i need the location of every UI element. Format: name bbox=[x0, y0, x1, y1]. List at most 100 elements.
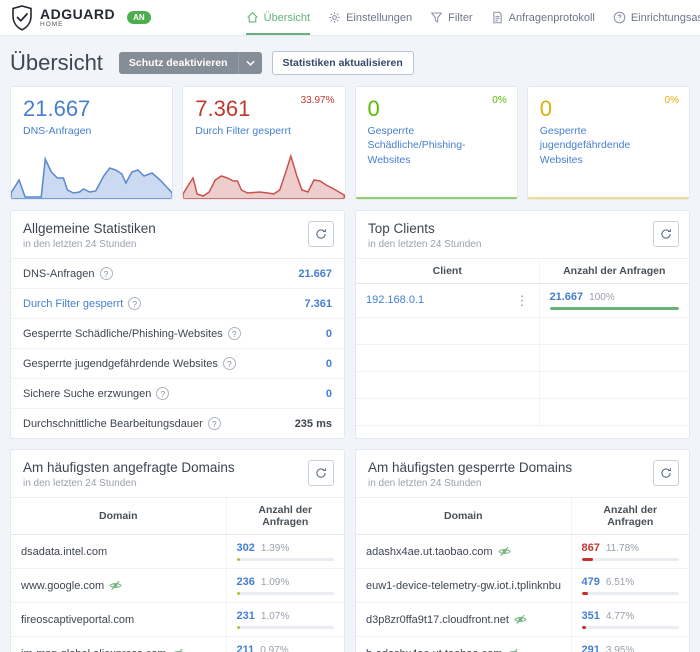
gear-icon bbox=[329, 12, 340, 23]
nav-item-settings[interactable]: Einstellungen bbox=[328, 0, 412, 35]
stat-label-link[interactable]: Durch Filter gesperrt bbox=[23, 298, 123, 310]
disable-protection-dropdown[interactable] bbox=[237, 52, 262, 74]
stat-row: Sichere Suche erzwungen? 0 bbox=[11, 379, 344, 409]
domain-row: adashx4ae.ut.taobao.com 867 11.78% bbox=[356, 534, 689, 569]
adguard-logo: ADGUARD HOME AN bbox=[10, 4, 151, 31]
nav-item-dashboard[interactable]: Übersicht bbox=[245, 0, 311, 35]
panel-title: Top Clients bbox=[368, 221, 435, 236]
stat-value: 235 ms bbox=[294, 417, 332, 430]
domain-name: dsadata.intel.com bbox=[21, 545, 108, 558]
card-label[interactable]: Gesperrte jugendgefährdende Websites bbox=[540, 124, 677, 167]
domain-name: d3p8zr0ffa9t17.cloudfront.net bbox=[366, 613, 509, 626]
domain-count: 302 bbox=[236, 542, 255, 554]
nav-item-filters[interactable]: Filter bbox=[430, 0, 473, 35]
panel-subtitle: in den letzten 24 Stunden bbox=[23, 239, 137, 250]
col-header-domain: Domain bbox=[11, 498, 226, 535]
nav-label: Einrichtungsassistent bbox=[630, 11, 700, 24]
stat-row: Gesperrte Schädliche/Phishing-Websites? … bbox=[11, 319, 344, 349]
card-value: 0 bbox=[367, 96, 380, 121]
stat-label: Gesperrte jugendgefährdende Websites bbox=[23, 357, 218, 370]
tracker-eye-off-icon bbox=[109, 580, 122, 590]
stat-value: 21.667 bbox=[298, 267, 332, 280]
nav-label: Einstellungen bbox=[346, 11, 413, 24]
top-blocked-domains-panel: Am häufigsten gesperrte Domains in den l… bbox=[355, 449, 690, 652]
nav-item-setup-guide[interactable]: Einrichtungsassistent bbox=[613, 0, 700, 35]
general-stats-panel: Allgemeine Statistiken in den letzten 24… bbox=[10, 210, 345, 439]
help-icon[interactable]: ? bbox=[222, 357, 236, 370]
refresh-statistics-button[interactable]: Statistiken aktualisieren bbox=[271, 51, 414, 75]
refresh-icon bbox=[661, 468, 671, 478]
domain-percent: 1.07% bbox=[260, 611, 290, 622]
domain-row: jm-msg-global.aliexpress.com 211 0.97% bbox=[11, 636, 344, 652]
card-value: 0 bbox=[539, 96, 552, 121]
blocked-sparkline bbox=[183, 153, 345, 199]
page-title: Übersicht bbox=[10, 50, 103, 75]
home-icon bbox=[246, 11, 258, 23]
stat-row: Durchschnittliche Bearbeitungsdauer? 235… bbox=[11, 409, 344, 438]
tracker-eye-off-icon bbox=[173, 648, 183, 652]
nav-item-query-log[interactable]: Anfragenprotokoll bbox=[491, 0, 595, 35]
domain-name: fireoscaptiveportal.com bbox=[21, 613, 135, 626]
domain-name: jm-msg-global.aliexpress.com bbox=[21, 648, 167, 652]
stat-label: Sichere Suche erzwungen bbox=[23, 387, 152, 400]
col-header-count: Anzahl der Anfragen bbox=[225, 498, 344, 535]
domain-percent: 1.39% bbox=[260, 543, 290, 554]
client-bar bbox=[549, 307, 679, 310]
help-icon[interactable]: ? bbox=[156, 387, 170, 400]
domain-percent: 1.09% bbox=[260, 577, 290, 588]
protection-status-badge: AN bbox=[127, 11, 151, 24]
malware-flatline bbox=[355, 197, 517, 199]
stat-value: 0 bbox=[325, 387, 332, 400]
domain-count: 351 bbox=[581, 610, 600, 622]
card-value: 21.667 bbox=[23, 96, 91, 121]
card-label[interactable]: Durch Filter gesperrt bbox=[195, 124, 332, 138]
card-label[interactable]: Gesperrte Schädliche/Phishing-Websites bbox=[368, 124, 505, 167]
help-icon[interactable]: ? bbox=[207, 417, 221, 430]
panel-title: Am häufigsten gesperrte Domains bbox=[368, 460, 573, 475]
domain-row: fireoscaptiveportal.com 231 1.07% bbox=[11, 602, 344, 637]
client-ip-link[interactable]: 192.168.0.1 bbox=[366, 294, 424, 306]
panel-title: Allgemeine Statistiken bbox=[23, 221, 156, 236]
client-menu-icon[interactable]: ⋮ bbox=[516, 294, 529, 307]
domain-row: h-adashx4ae.ut.taobao.com 291 3.95% bbox=[356, 636, 689, 652]
card-value: 7.361 bbox=[195, 96, 251, 121]
disable-protection-button[interactable]: Schutz deaktivieren bbox=[118, 52, 238, 74]
col-header-domain: Domain bbox=[356, 498, 571, 535]
filter-funnel-icon bbox=[431, 12, 443, 23]
refresh-button[interactable] bbox=[653, 221, 679, 247]
chevron-down-icon bbox=[245, 60, 255, 66]
shield-logo-icon bbox=[12, 4, 32, 31]
logo-subtitle: HOME bbox=[40, 20, 64, 28]
domain-percent: 4.77% bbox=[605, 611, 635, 622]
help-icon[interactable]: ? bbox=[99, 267, 113, 280]
card-blocked-malware: 0% 0 Gesperrte Schädliche/Phishing-Websi… bbox=[354, 86, 518, 200]
stat-value: 0 bbox=[325, 357, 332, 370]
help-icon[interactable]: ? bbox=[227, 327, 241, 340]
page-header: Übersicht Schutz deaktivieren Statistike… bbox=[10, 50, 690, 76]
domain-percent: 6.51% bbox=[605, 577, 635, 588]
domain-bar bbox=[581, 626, 679, 629]
document-icon bbox=[492, 11, 502, 24]
refresh-button[interactable] bbox=[653, 460, 679, 486]
refresh-icon bbox=[316, 468, 326, 478]
card-blocked-adult: 0% 0 Gesperrte jugendgefährdende Website… bbox=[526, 86, 690, 200]
card-blocked-by-filters: 33.97% 7.361 Durch Filter gesperrt bbox=[182, 86, 346, 200]
stat-value: 0 bbox=[325, 327, 332, 340]
stat-value: 7.361 bbox=[304, 297, 332, 310]
domain-bar bbox=[236, 592, 334, 595]
adult-flatline bbox=[527, 197, 689, 199]
disable-protection-split-button: Schutz deaktivieren bbox=[118, 52, 262, 74]
help-icon[interactable]: ? bbox=[128, 297, 142, 310]
domain-percent: 0.97% bbox=[260, 645, 289, 652]
logo-title: ADGUARD bbox=[40, 5, 116, 22]
card-label[interactable]: DNS-Anfragen bbox=[23, 124, 160, 138]
refresh-button[interactable] bbox=[308, 460, 334, 486]
refresh-button[interactable] bbox=[308, 221, 334, 247]
col-header-count: Anzahl der Anfragen bbox=[538, 259, 689, 284]
domain-bar bbox=[236, 626, 334, 629]
empty-client-row bbox=[356, 398, 689, 426]
empty-client-row bbox=[356, 317, 689, 345]
panel-subtitle: in den letzten 24 Stunden bbox=[23, 478, 137, 489]
domain-row: euw1-device-telemetry-gw.iot.i.tplinknbu… bbox=[356, 568, 689, 603]
top-queried-domains-panel: Am häufigsten angefragte Domains in den … bbox=[10, 449, 345, 652]
